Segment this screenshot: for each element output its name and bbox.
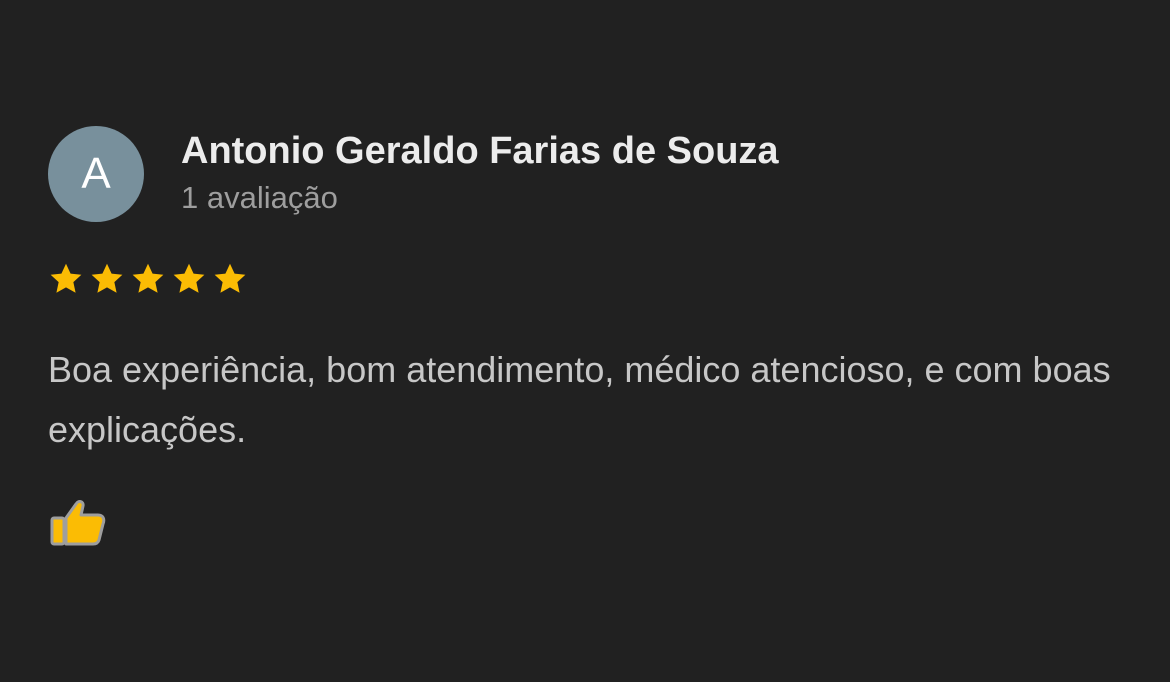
star-rating: [48, 261, 248, 297]
star-icon: [214, 263, 246, 293]
star-icon: [50, 263, 82, 293]
author-name[interactable]: Antonio Geraldo Farias de Souza: [181, 129, 779, 173]
star-icon: [173, 263, 205, 293]
review-card: A Antonio Geraldo Farias de Souza 1 aval…: [0, 0, 1170, 682]
star-icon: [132, 263, 164, 293]
avatar[interactable]: A: [48, 126, 144, 222]
thumbs-up-icon: [50, 500, 106, 546]
star-icon: [91, 263, 123, 293]
like-button[interactable]: [46, 496, 110, 552]
avatar-letter: A: [81, 149, 111, 198]
author-review-count: 1 avaliação: [181, 180, 338, 215]
review-text: Boa experiência, bom atendimento, médico…: [48, 349, 1111, 450]
